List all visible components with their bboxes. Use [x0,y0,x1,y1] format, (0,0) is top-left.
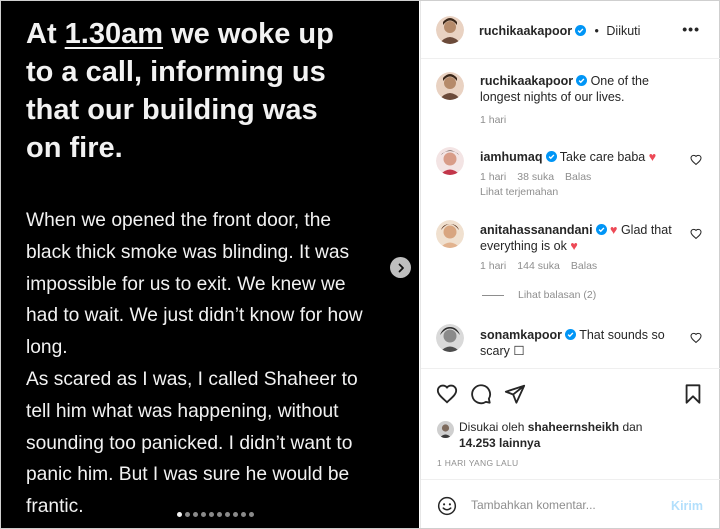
comment-username[interactable]: sonamkapoor [480,328,562,342]
carousel-next-button[interactable] [390,257,411,278]
post-media[interactable]: At 1.30am we woke up to a call, informin… [1,1,419,528]
comment-meta: 1 hari 144 suka Balas [480,260,597,272]
comment-likes[interactable]: 144 suka [517,260,560,272]
avatar-photo-icon [436,16,464,44]
more-options-button[interactable]: ••• [682,21,700,37]
caption-time[interactable]: 1 hari [480,114,506,126]
comment-likes[interactable]: 38 suka [517,171,554,183]
comment-like-heart-icon[interactable] [690,332,702,344]
bookmark-icon[interactable] [682,383,704,405]
caption-username[interactable]: ruchikaakapoor [480,74,573,88]
author-avatar[interactable] [436,16,464,44]
carousel-dot [232,512,238,517]
replies-divider [482,294,504,296]
verified-badge-icon [575,25,587,36]
caption-meta: 1 hari [480,114,506,126]
comment-like-heart-icon[interactable] [690,228,702,240]
see-translation-link[interactable]: Lihat terjemahan [480,186,558,198]
liked-by-label: Disukai oleh [459,420,525,434]
media-line: sounding too panicked. I didn’t want to [26,432,353,454]
verified-badge-icon [564,329,576,340]
comment-avatar[interactable] [436,147,464,175]
missing-emoji-glyph: ☐ [513,344,525,358]
heart-icon[interactable] [436,383,458,405]
media-line: had to wait. We just didn’t know for how [26,305,363,327]
comment-icon[interactable] [470,383,492,405]
comment-time[interactable]: 1 hari [480,260,506,272]
send-comment-button[interactable]: Kirim [671,499,703,513]
more-horizontal-icon: ••• [682,21,700,37]
carousel-dot [176,512,182,517]
carousel-dot [240,512,246,517]
verified-badge-icon [545,151,557,162]
comment-input[interactable] [471,496,661,514]
verified-badge-icon [576,75,588,86]
comment-text: Take care baba [559,150,646,164]
liked-by-user[interactable]: shaheernsheikh [528,420,619,434]
comment-time[interactable]: 1 hari [480,171,506,183]
comment-item: iamhumaq Take care baba ♥ [480,149,690,165]
post-header: ruchikaakapoor • Diikuti ••• [421,1,720,59]
liked-by-and: dan [622,420,643,434]
view-replies-button[interactable]: Lihat balasan (2) [482,289,596,301]
comment-username[interactable]: anitahassanandani [480,223,593,237]
post-actions: Disukai oleh shaheernsheikh dan 14.253 l… [421,368,720,458]
add-comment-bar: Kirim [421,479,720,528]
comment-item: anitahassanandani ♥ Glad that everything… [480,222,690,254]
author-username[interactable]: ruchikaakapoor [479,24,572,38]
liked-by-avatar[interactable] [437,421,454,438]
comment-avatar[interactable] [436,220,464,248]
red-heart-emoji: ♥ [570,239,578,253]
red-heart-emoji: ♥ [610,223,618,237]
post-side-panel: ruchikaakapoor • Diikuti ••• ruchikaakap… [420,1,720,528]
follow-status-button[interactable]: Diikuti [606,24,640,38]
comment-meta: 1 hari 38 suka Balas [480,171,591,183]
carousel-dot [224,512,230,517]
caption: ruchikaakapoor One of the longest nights… [480,73,690,105]
reply-button[interactable]: Balas [571,260,597,272]
media-line: impossible for us to exit. We knew we [26,273,346,295]
carousel-dot [200,512,206,517]
comment-like-heart-icon[interactable] [690,154,702,166]
chevron-right-icon [398,263,404,272]
avatar-photo-icon [436,147,464,175]
caption-avatar[interactable] [436,72,464,100]
avatar-photo-icon [436,72,464,100]
comment-username[interactable]: iamhumaq [480,150,543,164]
carousel-dot [184,512,190,517]
carousel-dot [208,512,214,517]
media-line: frantic. [26,496,84,518]
verified-badge-icon [595,224,607,235]
media-line: When we opened the front door, the [26,210,332,231]
carousel-dot [216,512,222,517]
media-line: black thick smoke was blinding. It was [26,241,350,263]
comment-avatar[interactable] [436,324,464,352]
likes-count-link[interactable]: 14.253 lainnya [459,436,540,450]
media-line: long. [26,337,68,359]
red-heart-emoji: ♥ [648,150,657,164]
carousel-dot [248,512,254,517]
view-replies-label: Lihat balasan (2) [518,289,597,301]
header-separator: • [594,24,599,38]
carousel-dot [192,512,198,517]
post-date[interactable]: 1 HARI YANG LALU [437,458,519,468]
comment-item: sonamkapoor That sounds so scary ☐ [480,327,690,359]
carousel-indicator [1,512,419,517]
avatar-photo-icon [436,220,464,248]
avatar-photo-icon [437,421,454,438]
media-body-text: When we opened the front door, the black… [26,205,411,523]
smile-icon[interactable] [437,496,457,516]
media-line: panic him. But I was sure he would be [26,464,350,486]
liked-by-text: Disukai oleh shaheernsheikh dan 14.253 l… [459,419,659,451]
media-line: tell him what was happening, without [26,400,339,422]
media-headline: At 1.30am we woke up to a call, informin… [26,18,334,164]
media-line: As scared as I was, I called Shaheer to [26,368,358,390]
send-icon[interactable] [504,383,526,405]
avatar-photo-icon [436,324,464,352]
reply-button[interactable]: Balas [565,171,591,183]
